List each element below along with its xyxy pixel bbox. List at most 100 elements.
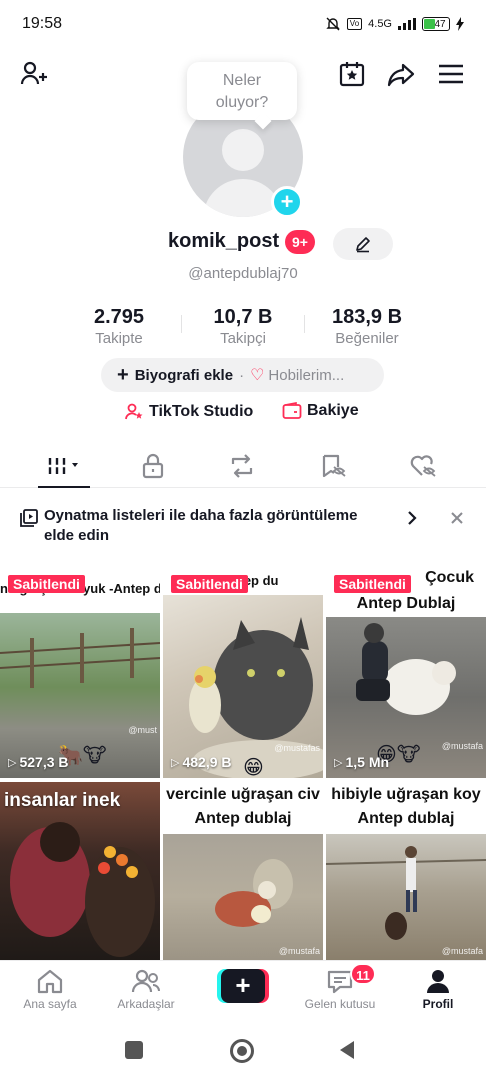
menu-button[interactable]: [433, 56, 469, 92]
content-tabs: [0, 446, 486, 488]
video-tile[interactable]: insanlar inek: [0, 782, 160, 960]
stat-label: Takipçi: [220, 330, 266, 347]
stat-value: 10,7 B: [213, 306, 273, 328]
stats-row: 2.795 Takipte 10,7 B Takipçi 183,9 B Beğ…: [0, 305, 486, 349]
tab-reposts[interactable]: [212, 446, 272, 486]
stat-label: Takipte: [95, 330, 143, 347]
share-button[interactable]: [383, 56, 419, 92]
status-tooltip[interactable]: Neler oluyor?: [187, 62, 297, 120]
video-caption-line-2: Antep dublaj: [357, 810, 455, 827]
video-thumbnail: [163, 834, 323, 960]
hamburger-menu-icon: [439, 64, 463, 84]
name-row: komik_post 9+: [0, 228, 486, 260]
calendar-button[interactable]: [334, 56, 370, 92]
stat-value: 2.795: [93, 306, 145, 328]
nav-home[interactable]: Ana sayfa: [0, 967, 100, 1011]
charging-icon: [456, 17, 464, 31]
tab-liked[interactable]: [393, 446, 453, 486]
person-star-icon: [125, 403, 143, 420]
video-caption: insanlar inek: [4, 790, 121, 811]
active-tab-indicator: [38, 486, 90, 488]
playlist-icon: [20, 509, 38, 527]
bookmark-hidden-icon: [322, 454, 346, 478]
nav-inbox[interactable]: 11 Gelen kutusu: [290, 963, 390, 1011]
nav-label: Gelen kutusu: [304, 997, 376, 1011]
recents-button[interactable]: [125, 1041, 143, 1059]
pinned-badge: Sabitlendi: [334, 575, 411, 593]
tab-videos[interactable]: [34, 446, 94, 486]
status-time: 19:58: [22, 15, 63, 32]
nav-label: Ana sayfa: [23, 997, 77, 1011]
battery-level: [424, 19, 436, 29]
system-navigation-bar: [0, 1020, 486, 1080]
chevron-right-icon[interactable]: [406, 510, 418, 526]
video-tile[interactable]: di Antep du Sabitlendi @mustafas 😁 ▷482,…: [163, 565, 323, 778]
home-dot-icon: [237, 1046, 247, 1056]
view-count: ▷ 1,5 Mn: [334, 754, 389, 770]
tiktok-studio-link[interactable]: TikTok Studio: [124, 402, 253, 422]
video-thumbnail: [326, 834, 486, 960]
home-icon: [37, 969, 63, 994]
video-caption: vercinle uğraşan civ: [166, 786, 320, 803]
balance-link[interactable]: Bakiye: [282, 402, 359, 420]
pinned-badge: Sabitlendi: [171, 575, 248, 593]
lock-icon: [142, 453, 164, 479]
add-story-button[interactable]: +: [271, 186, 303, 218]
stat-label: Beğeniler: [335, 330, 399, 347]
watermark: @mustafa: [441, 946, 483, 956]
balance-label: Bakiye: [307, 402, 359, 419]
video-tile[interactable]: n uğraşan Koyuk -Antep du Sabitlendi @mu…: [0, 565, 160, 778]
add-friend-button[interactable]: [16, 56, 52, 92]
back-icon[interactable]: [338, 1040, 356, 1060]
nav-label: Arkadaşlar: [117, 997, 175, 1011]
volte-icon: Vo: [346, 18, 363, 30]
pencil-icon: [356, 237, 370, 253]
add-bio-button[interactable]: + Biyografi ekle · ♡ Hobilerim...: [101, 358, 384, 392]
nav-label: Profil: [422, 997, 454, 1011]
hobby-label: Hobilerim...: [268, 366, 345, 384]
view-count-value: 527,3 B: [19, 754, 69, 770]
nav-profile[interactable]: Profil: [388, 967, 486, 1011]
stat-followers[interactable]: 10,7 B Takipçi: [183, 305, 303, 349]
avatar-placeholder-head: [222, 129, 264, 171]
video-tile[interactable]: hibiyle uğraşan koy Antep dublaj @mustaf…: [326, 782, 486, 960]
watermark: @must: [128, 725, 157, 735]
view-count: ▷ 482,9 B: [171, 754, 232, 770]
close-icon[interactable]: [450, 511, 464, 525]
playlist-promo-banner[interactable]: Oynatma listeleri ile daha fazla görüntü…: [0, 500, 486, 556]
stat-likes[interactable]: 183,9 B Beğeniler: [307, 305, 427, 349]
creator-tools-row: TikTok Studio Bakiye: [0, 402, 486, 426]
nav-friends[interactable]: Arkadaşlar: [96, 967, 196, 1011]
stat-divider: [181, 315, 182, 333]
home-system-button[interactable]: [230, 1039, 254, 1063]
tooltip-line-1: Neler: [222, 72, 262, 89]
create-button[interactable]: +: [217, 969, 269, 1003]
stat-value: 183,9 B: [331, 306, 403, 328]
notification-badge[interactable]: 9+: [285, 230, 315, 254]
watermark: @mustafa: [278, 946, 320, 956]
video-caption-line-2: Antep Dublaj: [356, 595, 456, 612]
view-count-value: 1,5 Mn: [345, 754, 390, 770]
muted-bell-icon: [326, 17, 340, 31]
video-tile[interactable]: vercinle uğraşan civ Antep dublaj @musta…: [163, 782, 323, 960]
man-sheep-graphic: [326, 846, 486, 940]
video-caption-line-2: Antep dublaj: [194, 810, 292, 827]
tiktok-studio-label: TikTok Studio: [149, 403, 254, 420]
tab-saved[interactable]: [303, 446, 363, 486]
add-bio-label: Biyografi ekle: [134, 366, 234, 384]
edit-profile-button[interactable]: [333, 228, 393, 260]
inbox-badge: 11: [350, 963, 376, 985]
profile-icon: [427, 970, 449, 993]
watermark: @mustafa: [441, 741, 483, 751]
stat-following[interactable]: 2.795 Takipte: [59, 305, 179, 349]
play-icon: ▷: [171, 756, 180, 769]
repost-icon: [231, 454, 253, 478]
video-tile[interactable]: Çocuk Antep Dublaj Sabitlendi @mustafa 😁…: [326, 565, 486, 778]
user-handle: @antepdublaj70: [188, 265, 298, 282]
heart-outline-icon: ♡: [250, 367, 265, 384]
tooltip-line-2: oluyor?: [215, 94, 269, 111]
tab-private[interactable]: [123, 446, 183, 486]
bio-separator: ·: [239, 366, 245, 384]
plus-icon: +: [117, 363, 129, 386]
heart-hidden-icon: [410, 455, 436, 477]
